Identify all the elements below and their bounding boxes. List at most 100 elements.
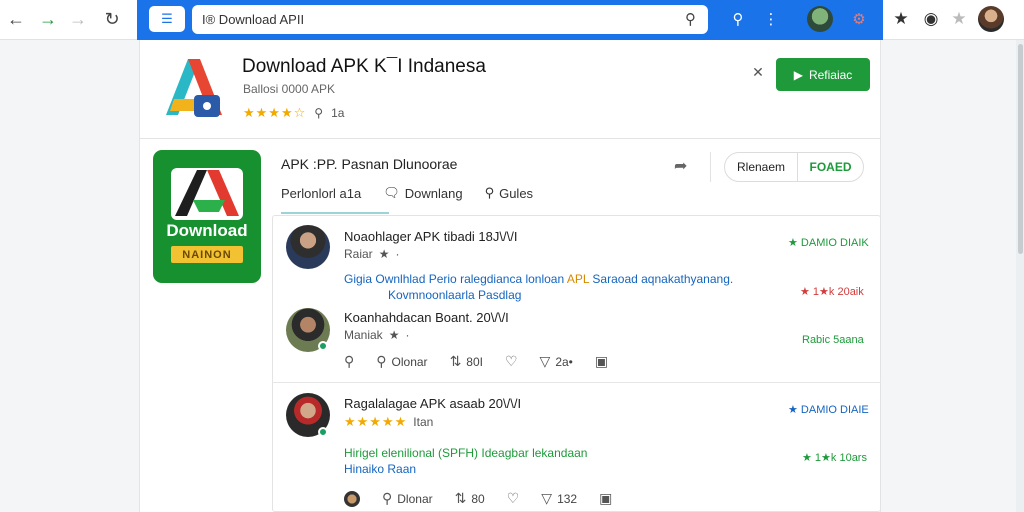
app-large-icon-badge: NAINON xyxy=(171,246,243,263)
review-meta: Raiar ★ · xyxy=(344,247,399,261)
rating-stars-icon: ★★★★☆ xyxy=(243,105,307,120)
address-input[interactable]: I® Download APII ⚲ xyxy=(192,5,708,34)
avatar[interactable] xyxy=(286,225,330,269)
shield-icon[interactable]: ◉ xyxy=(920,8,942,30)
comment-icon: ⚲ xyxy=(314,106,324,120)
header-divider xyxy=(139,138,881,139)
tab-performance[interactable]: Perlonlorl a1a xyxy=(281,185,361,201)
address-text: I® Download APII xyxy=(202,12,305,27)
repost-icon: ⇅ xyxy=(449,353,462,369)
dot-icon: · xyxy=(395,247,400,261)
comment-icon: ⚲ xyxy=(344,353,355,369)
toggle-option-right[interactable]: FOAED xyxy=(797,153,863,181)
vote-button[interactable]: ▽ 132 xyxy=(541,490,577,507)
share-icon[interactable]: ➦ xyxy=(674,156,687,176)
repost-icon: ⇅ xyxy=(454,490,467,506)
review-body-prefix: Gigia xyxy=(344,272,373,286)
review-body: Gigia Ownlhlad Perio ralegdianca lonloan… xyxy=(344,271,733,288)
like-button[interactable]: ♡ xyxy=(505,353,518,370)
tab-label: Gules xyxy=(499,185,534,201)
tab-label: Downlang xyxy=(404,185,463,201)
search-icon[interactable]: ⚲ xyxy=(685,10,696,28)
close-icon[interactable]: ✕ xyxy=(748,64,768,81)
reply-button[interactable] xyxy=(344,490,360,507)
scrollbar-thumb[interactable] xyxy=(1018,44,1023,254)
bookmark-icon: ▣ xyxy=(594,353,609,369)
online-status-icon xyxy=(318,427,328,437)
star-icon: ★ xyxy=(378,247,390,261)
review-meta-text: Itan xyxy=(413,415,434,429)
star-icon[interactable]: ★ xyxy=(948,8,970,30)
chat-icon: 🗨 xyxy=(383,185,400,200)
forward-arrow-icon[interactable]: → xyxy=(36,8,60,30)
tab-rules[interactable]: ⚲ Gules xyxy=(485,185,534,201)
repost-count: 80 xyxy=(471,491,485,506)
rating-stars-icon: ★★★★★ xyxy=(344,414,408,429)
review-meta: Maniak ★ · xyxy=(344,328,409,342)
review-meta-text: Maniak xyxy=(344,328,383,342)
vertical-divider xyxy=(710,152,711,182)
toggle-option-left[interactable]: Rlenaem xyxy=(725,160,797,174)
forward-disabled-icon[interactable]: → xyxy=(66,8,90,30)
review-side-count: ★ 1★k 20aik xyxy=(800,286,864,298)
menu-list-icon[interactable]: ⋮ xyxy=(760,8,782,30)
vote-count: 132 xyxy=(557,491,578,506)
dot-icon: · xyxy=(405,328,410,342)
tab-download[interactable]: 🗨 Downlang xyxy=(383,185,462,201)
chat-icon: ⚲ xyxy=(382,490,393,506)
save-button[interactable]: ▣ xyxy=(595,353,608,370)
save-button[interactable]: ▣ xyxy=(599,490,612,507)
reply-button[interactable]: ⚲ xyxy=(344,353,354,370)
rating-count: 1a xyxy=(331,106,345,120)
active-tab-underline xyxy=(281,212,389,214)
app-large-icon xyxy=(153,150,261,283)
tabs-icon[interactable]: ☰ xyxy=(149,6,185,32)
app-rating: ★★★★☆ ⚲ 1a xyxy=(243,105,344,121)
puzzle-icon[interactable]: ⚙ xyxy=(848,8,870,30)
back-arrow-icon[interactable]: ← xyxy=(4,8,28,30)
online-status-icon xyxy=(318,341,328,351)
chevron-down-icon: ▽ xyxy=(539,353,551,369)
review-meta-text: Raiar xyxy=(344,247,373,261)
app-large-logo-icon xyxy=(171,168,243,220)
profile-avatar[interactable] xyxy=(978,6,1004,32)
bookmark-icon[interactable]: ★ xyxy=(890,8,912,30)
review-body-line2: Kovmnoonlaarla Pasdlag xyxy=(388,288,522,302)
comment-button[interactable]: ⚲ Olonar xyxy=(376,353,427,370)
extension-avatar-icon[interactable] xyxy=(807,6,833,32)
app-large-icon-text: Download xyxy=(166,221,248,240)
segmented-toggle[interactable]: Rlenaem FOAED xyxy=(724,152,864,182)
review-meta: ★★★★★ Itan xyxy=(344,414,433,430)
review-side-count: ★ 1★k 10ars xyxy=(802,452,867,464)
review-body-b: APL xyxy=(566,272,590,286)
refresh-button[interactable]: ▶ Refiaiac xyxy=(776,58,870,91)
star-icon: ★ xyxy=(388,328,400,342)
like-button[interactable]: ♡ xyxy=(507,490,520,507)
repost-count: 80I xyxy=(466,354,483,369)
comment-button[interactable]: ⚲ Dlonar xyxy=(382,490,433,507)
review-actions: ⚲ Dlonar ⇅ 80 ♡ ▽ 132 ▣ xyxy=(344,490,634,507)
review-side-status: Rabic 5aana xyxy=(802,334,864,346)
chat-icon: ⚲ xyxy=(376,353,387,369)
review-body-c: Saraoad aqnakathyanang. xyxy=(592,272,734,286)
review-author: Noaohlager APK tibadi 18J\/\/I xyxy=(344,229,518,244)
vote-button[interactable]: ▽ 2a• xyxy=(540,353,573,370)
comment-label: Dlonar xyxy=(397,491,433,506)
search-icon[interactable]: ⚲ xyxy=(727,8,749,30)
vote-count: 2a• xyxy=(555,354,573,369)
repost-button[interactable]: ⇅ 80I xyxy=(450,353,483,370)
heart-icon: ♡ xyxy=(504,353,518,369)
app-subtitle: Ballosi 0000 APK xyxy=(243,82,336,96)
tabs-glyph: ☰ xyxy=(161,11,173,26)
bookmark-icon: ▣ xyxy=(599,490,613,506)
section-tabs: Perlonlorl a1a 🗨 Downlang ⚲ Gules xyxy=(281,185,533,201)
tab-label: Perlonlorl a1a xyxy=(281,185,362,201)
review-side-status: ★ DAMIO DIAIK xyxy=(788,237,869,249)
review-body-line2: Hinaiko Raan xyxy=(344,462,417,476)
review-body-a: Ownlhlad Perio ralegdianca lonloan xyxy=(375,272,565,286)
section-title: APK :PP. Pasnan Dlunoorae xyxy=(281,156,458,172)
chevron-down-icon: ▽ xyxy=(541,490,553,506)
reload-icon[interactable]: ↻ xyxy=(100,8,124,30)
mini-avatar xyxy=(344,490,360,507)
repost-button[interactable]: ⇅ 80 xyxy=(455,490,485,507)
